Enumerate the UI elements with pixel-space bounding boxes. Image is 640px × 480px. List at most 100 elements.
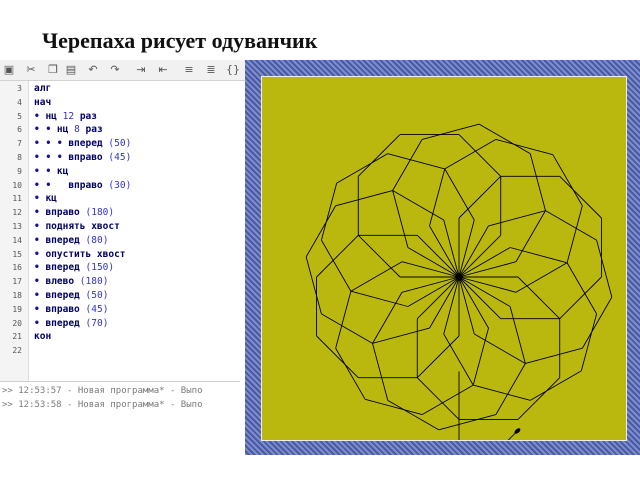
turtle-line — [372, 343, 389, 401]
code-text: • • кц — [34, 165, 68, 179]
turtle-line — [401, 276, 460, 293]
turtle-line — [552, 154, 583, 207]
uncomment-icon[interactable]: ≣ — [204, 63, 218, 77]
turtle-line — [365, 398, 423, 416]
code-line[interactable]: 20 • вперед (70) — [0, 317, 240, 331]
indent-dots: • • — [34, 165, 57, 177]
code-keyword: алг — [34, 83, 52, 94]
code-line[interactable]: 22 — [0, 344, 240, 358]
code-text: • вперед (150) — [34, 261, 114, 275]
code-keyword: влево — [45, 276, 75, 288]
code-line[interactable]: 10 • • вправо (30) — [0, 179, 240, 193]
kumir-ide: ▣ ✂ ❐ ▤ ↶ ↷ ⇥ ⇤ ≡ ≣ {} 3 алг 4 нач 5 • нц 12 раз 6 • • нц… — [0, 60, 246, 455]
code-line[interactable]: 8 • • • вправо (45) — [0, 151, 240, 165]
code-line[interactable]: 11 • кц — [0, 192, 240, 206]
cut-icon[interactable]: ✂ — [24, 63, 38, 77]
turtle-line — [422, 123, 480, 140]
line-number: 7 — [17, 139, 22, 149]
turtle-line — [416, 377, 460, 420]
code-line[interactable]: 5 • нц 12 раз — [0, 110, 240, 124]
turtle-line — [458, 261, 517, 278]
turtle-line — [305, 205, 337, 258]
code-keyword: вправо — [45, 303, 80, 315]
code-keyword: вперед — [45, 317, 80, 329]
line-number: 5 — [17, 111, 22, 121]
undo-icon[interactable]: ↶ — [86, 63, 100, 77]
code-argument: 12 раз — [57, 111, 97, 122]
line-number: 11 — [12, 194, 22, 204]
code-line[interactable]: 15 • опустить хвост — [0, 248, 240, 262]
turtle-line — [335, 291, 352, 349]
comment-icon[interactable]: ≡ — [182, 63, 196, 77]
turtle-line — [444, 168, 475, 221]
code-line[interactable]: 19 • вправо (45) — [0, 303, 240, 317]
code-keyword: вправо — [68, 179, 103, 191]
turtle-line — [529, 370, 582, 401]
code-editor[interactable]: 3 алг 4 нач 5 • нц 12 раз 6 • • нц 8 раз 7 • • • … — [0, 81, 240, 382]
braces-icon[interactable]: {} — [226, 63, 240, 77]
turtle-line — [335, 347, 366, 400]
code-line[interactable]: 21 кон — [0, 330, 240, 344]
code-line[interactable]: 6 • • нц 8 раз — [0, 123, 240, 137]
turtle-line — [566, 205, 583, 263]
code-argument: (70) — [79, 317, 109, 329]
line-number: 8 — [17, 153, 22, 162]
code-argument: (180) — [74, 276, 109, 288]
code-number: 30 — [114, 179, 126, 191]
code-keyword: вперед — [68, 138, 103, 150]
code-line[interactable]: 3 алг — [0, 82, 240, 96]
code-number: 50 — [114, 138, 126, 150]
turtle-line — [566, 262, 597, 315]
code-line[interactable]: 7 • • • вперед (50) — [0, 137, 240, 151]
code-argument: (50) — [102, 138, 132, 150]
output-console[interactable]: >> 12:53:57 - Новая программа* - Выпо >> … — [0, 382, 240, 452]
indent-dots: • • • — [34, 152, 69, 163]
indent-dots: • — [34, 290, 46, 301]
code-text: • вперед (50) — [34, 289, 108, 303]
code-text: • • вправо (30) — [34, 179, 131, 193]
turtle-line — [357, 234, 401, 278]
turtle-line — [458, 134, 502, 177]
indent-dots: • — [34, 262, 46, 274]
code-keyword: вперед — [45, 234, 80, 246]
code-text: кон — [34, 330, 51, 344]
code-text: • вправо (45) — [34, 303, 108, 317]
code-line[interactable]: 14 • вперед (80) — [0, 234, 240, 248]
code-line[interactable]: 18 • вперед (50) — [0, 289, 240, 303]
code-line[interactable]: 16 • вперед (150) — [0, 261, 240, 275]
code-keyword: кон — [34, 331, 52, 343]
paste-icon[interactable]: ▤ — [64, 63, 78, 77]
indent-dots: • — [34, 248, 46, 260]
indent-icon[interactable]: ⇥ — [134, 63, 148, 77]
turtle-window-frame — [245, 60, 640, 455]
code-text: • вперед (80) — [34, 234, 108, 248]
code-line[interactable]: 9 • • кц — [0, 165, 240, 179]
unindent-icon[interactable]: ⇤ — [156, 63, 170, 77]
redo-icon[interactable]: ↷ — [108, 63, 122, 77]
turtle-line — [478, 123, 531, 155]
console-line: >> 12:53:58 - Новая программа* - Выпо — [2, 400, 203, 410]
code-line[interactable]: 4 нач — [0, 96, 240, 110]
code-keyword: нач — [34, 96, 52, 108]
turtle-line — [438, 414, 496, 431]
copy-icon[interactable]: ❐ — [46, 63, 60, 77]
code-line[interactable]: 13 • поднять хвост — [0, 220, 240, 234]
save-icon[interactable]: ▣ — [2, 63, 16, 77]
turtle-line — [387, 153, 445, 170]
code-line[interactable]: 17 • влево (180) — [0, 275, 240, 289]
toolbar: ▣ ✂ ❐ ▤ ↶ ↷ ⇥ ⇤ ≡ ≣ {} — [0, 60, 245, 81]
turtle-line — [350, 290, 409, 307]
turtle-line — [474, 333, 526, 364]
line-number: 18 — [12, 291, 22, 300]
code-number: 80 — [91, 234, 103, 246]
indent-dots: • — [34, 193, 46, 205]
turtle-line — [387, 399, 440, 431]
indent-dots: • • — [34, 124, 57, 136]
code-keyword: опустить хвост — [45, 248, 126, 260]
code-line[interactable]: 12 • вправо (180) — [0, 206, 240, 220]
code-keyword: вправо — [68, 152, 103, 163]
code-argument: (50) — [79, 290, 109, 301]
turtle-line — [444, 139, 497, 170]
turtle-line — [517, 276, 561, 320]
code-text: • кц — [34, 192, 57, 206]
